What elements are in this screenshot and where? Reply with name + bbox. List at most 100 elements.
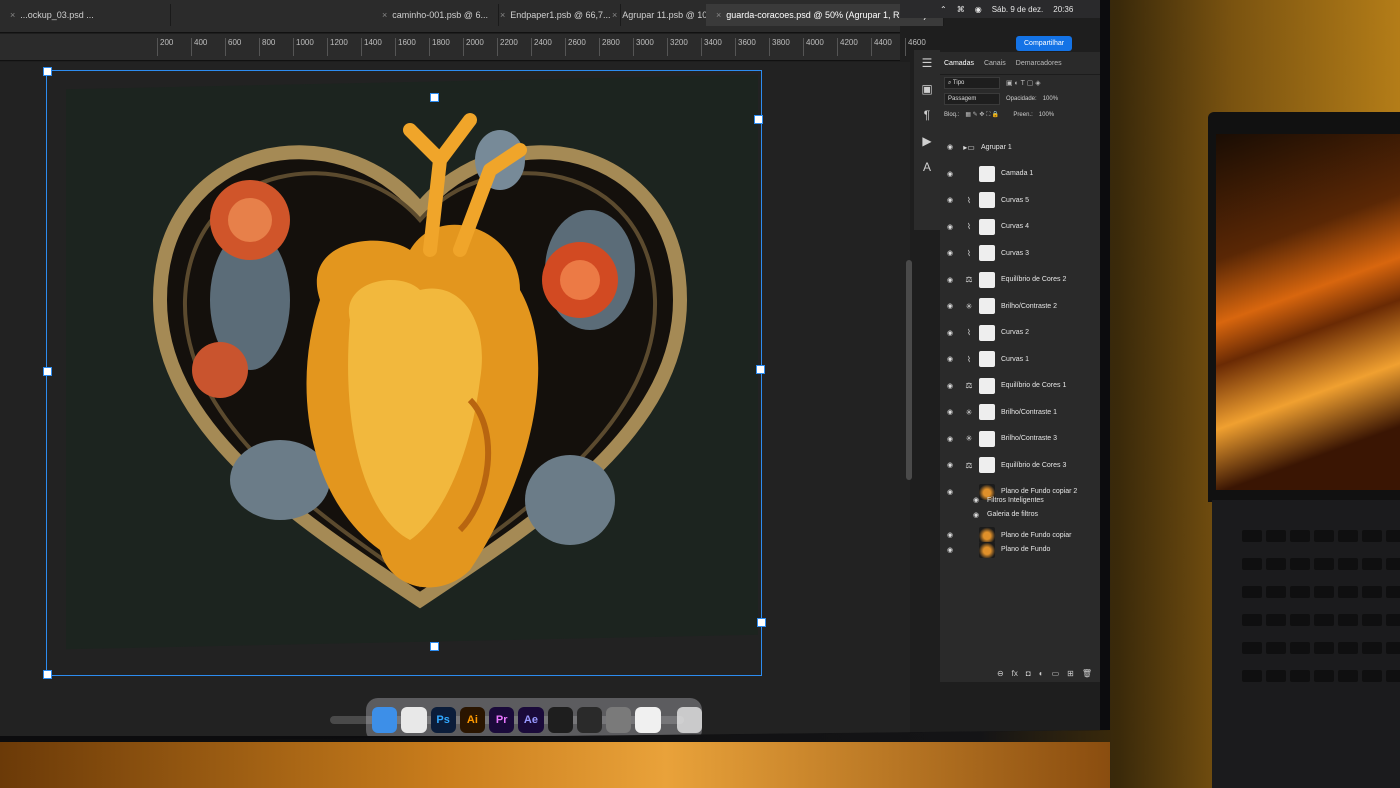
transform-handle-top-left[interactable]: [43, 67, 52, 76]
premiere-icon[interactable]: Pr: [489, 707, 515, 733]
keyboard-key: [1242, 642, 1262, 654]
ruler-tick: 3000: [633, 38, 654, 56]
layer-row[interactable]: ◉ Plano de Fundo: [940, 537, 1100, 563]
menubar-time[interactable]: 20:36: [1053, 5, 1073, 14]
layer-thumbnail: [979, 324, 995, 341]
adjustments-icon[interactable]: ☰: [914, 50, 940, 76]
layer-row[interactable]: ◉ ✳ Brilho/Contraste 3: [940, 426, 1100, 452]
adjustment-icon[interactable]: ◐: [1039, 669, 1044, 678]
libraries-icon[interactable]: ▣: [914, 76, 940, 102]
layer-row[interactable]: ◉ ⌇ Curvas 4: [940, 214, 1100, 240]
blender-icon[interactable]: [576, 707, 603, 733]
visibility-eye-icon[interactable]: ◉: [945, 355, 955, 363]
panel-tabs: Camadas Canais Demarcadores: [940, 52, 1100, 75]
close-icon[interactable]: ×: [10, 10, 15, 20]
layer-row[interactable]: ◉ ▸▭ Agrupar 1: [940, 134, 1100, 160]
visibility-eye-icon[interactable]: ◉: [945, 249, 955, 257]
tab-layers[interactable]: Camadas: [944, 60, 974, 67]
visibility-eye-icon[interactable]: ◉: [945, 276, 955, 284]
paragraph-icon[interactable]: ¶: [914, 102, 940, 128]
horizontal-ruler: 200 400 600 800 1000 1200 1400 1600 1800 2000 2200…: [0, 34, 926, 61]
visibility-eye-icon[interactable]: ◉: [945, 223, 955, 231]
layer-thumbnail: [979, 218, 995, 235]
blend-mode-select[interactable]: Passagem: [944, 93, 1000, 105]
share-button[interactable]: Compartilhar: [1016, 36, 1073, 51]
transform-handle-left[interactable]: [43, 367, 52, 376]
vertical-scrollbar[interactable]: [906, 260, 912, 480]
lock-icons[interactable]: ▦ ✎ ✥ ⛶ 🔒: [965, 111, 999, 119]
layer-row[interactable]: ◉ ⌇ Curvas 1: [940, 346, 1100, 372]
close-icon[interactable]: ×: [612, 10, 617, 20]
close-icon[interactable]: ×: [716, 10, 721, 20]
new-layer-icon[interactable]: ⊞: [1067, 669, 1074, 678]
layer-kind-filter[interactable]: ⌕ Tipo: [944, 77, 1000, 89]
visibility-eye-icon[interactable]: ◉: [945, 461, 955, 469]
visibility-eye-icon[interactable]: ◉: [945, 143, 955, 151]
visibility-eye-icon[interactable]: ◉: [945, 302, 955, 310]
close-icon[interactable]: ×: [382, 10, 387, 20]
tab-mockup[interactable]: × ...ockup_03.psd ...: [0, 4, 171, 26]
layer-row[interactable]: ◉ ⌇ Curvas 2: [940, 320, 1100, 346]
transform-handle-right[interactable]: [756, 365, 765, 374]
layer-row[interactable]: ◉ ✳ Brilho/Contraste 1: [940, 399, 1100, 425]
visibility-eye-icon[interactable]: ◉: [945, 546, 955, 554]
transform-handle-bottom[interactable]: [430, 642, 439, 651]
layer-row[interactable]: ◉ ✳ Brilho/Contraste 2: [940, 293, 1100, 319]
layer-row[interactable]: ◉ Camada 1: [940, 161, 1100, 187]
close-icon[interactable]: ×: [500, 10, 505, 20]
trash-icon[interactable]: 🗑: [1082, 669, 1092, 678]
chrome-icon[interactable]: [401, 707, 427, 733]
folder-icon[interactable]: ▭: [1052, 669, 1060, 678]
layer-row[interactable]: ◉ ⚖ Equilíbrio de Cores 2: [940, 267, 1100, 293]
command-icon[interactable]: ⌘: [957, 5, 965, 14]
layer-thumbnail: [979, 351, 995, 367]
layer-name: Filtros Inteligentes: [987, 496, 1044, 504]
layer-row[interactable]: ◉ Galeria de filtros: [940, 508, 1100, 522]
link-icon[interactable]: ⊖: [997, 669, 1004, 678]
layer-row[interactable]: ◉ ⚖ Equilíbrio de Cores 3: [940, 452, 1100, 478]
finder-icon[interactable]: [372, 707, 398, 733]
visibility-eye-icon[interactable]: ◉: [945, 196, 955, 204]
launchpad-icon[interactable]: [635, 707, 661, 733]
transform-handle-bottom-left[interactable]: [43, 670, 52, 679]
transform-handle-top[interactable]: [430, 93, 439, 102]
figma-icon[interactable]: [547, 707, 573, 733]
visibility-eye-icon[interactable]: ◉: [945, 329, 955, 337]
tab-channels[interactable]: Canais: [984, 60, 1006, 67]
visibility-eye-icon[interactable]: ◉: [945, 382, 955, 390]
fx-icon[interactable]: fx: [1012, 669, 1018, 678]
character-icon[interactable]: A: [914, 154, 940, 180]
layer-thumbnail: [979, 457, 995, 473]
opacity-value[interactable]: 100%: [1043, 96, 1058, 102]
layer-thumbnail: [979, 430, 995, 447]
layer-row[interactable]: ◉ ⌇ Curvas 3: [940, 240, 1100, 266]
visibility-eye-icon[interactable]: ◉: [971, 511, 981, 519]
filter-icons[interactable]: ▣ ◐ T ▢ ◈: [1006, 79, 1041, 87]
settings-icon[interactable]: [606, 707, 632, 733]
folder-icon[interactable]: ▸▭: [963, 143, 975, 152]
actions-play-icon[interactable]: ▶: [914, 128, 940, 154]
visibility-eye-icon[interactable]: ◉: [945, 408, 955, 416]
tab-paths[interactable]: Demarcadores: [1016, 60, 1062, 67]
transform-handle-bottom-right[interactable]: [757, 618, 766, 627]
mask-icon[interactable]: ◘: [1026, 669, 1031, 678]
tab-caminho[interactable]: × caminho-001.psb @ 6...: [372, 4, 499, 26]
siri-icon[interactable]: ◉: [975, 5, 982, 14]
trash-icon[interactable]: [676, 707, 702, 733]
illustrator-icon[interactable]: Ai: [459, 707, 486, 733]
visibility-eye-icon[interactable]: ◉: [945, 435, 955, 443]
visibility-eye-icon[interactable]: ◉: [945, 170, 955, 178]
transform-handle-top-right[interactable]: [754, 115, 763, 124]
balance-icon: ⚖: [965, 460, 973, 470]
transform-bounding-box[interactable]: [46, 70, 762, 676]
layer-row[interactable]: ◉ ⌇ Curvas 5: [940, 187, 1100, 213]
photoshop-icon[interactable]: Ps: [430, 707, 456, 733]
menubar-date[interactable]: Sáb. 9 de dez.: [992, 5, 1044, 14]
fill-value[interactable]: 100%: [1039, 112, 1054, 118]
curves-icon: ⌇: [967, 222, 971, 231]
control-icon[interactable]: ⌃: [940, 5, 947, 14]
after-effects-icon[interactable]: Ae: [518, 707, 544, 733]
visibility-eye-icon[interactable]: ◉: [971, 496, 981, 504]
layer-row[interactable]: ◉ ⚖ Equilíbrio de Cores 1: [940, 373, 1100, 399]
layer-row[interactable]: ◉ Filtros Inteligentes: [940, 493, 1100, 507]
